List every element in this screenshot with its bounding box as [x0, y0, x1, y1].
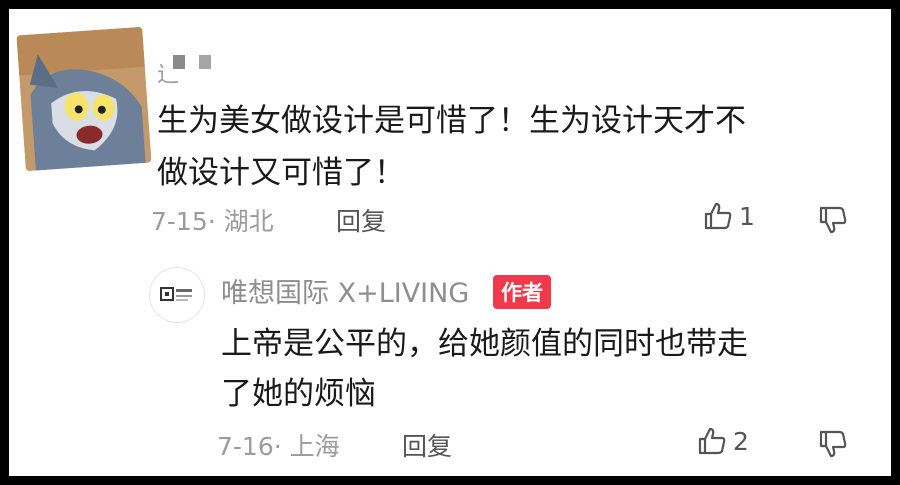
reply-body: 上帝是公平的，给她颜值的同时也带走 了她的烦恼	[221, 319, 861, 419]
thumbs-down-icon	[817, 429, 849, 459]
reply-date-location: 7-16· 上海	[217, 432, 340, 461]
reply-like-button[interactable]: 2	[697, 426, 749, 456]
comment-body: 生为美女做设计是可惜了！生为设计天才不 做设计又可惜了！	[157, 95, 857, 199]
thumbs-up-icon	[697, 426, 727, 456]
username-blur	[199, 55, 211, 69]
username-blur	[173, 55, 185, 69]
like-button[interactable]: 1	[703, 201, 755, 231]
thumbs-up-icon	[703, 201, 733, 231]
author-avatar[interactable]	[149, 267, 205, 323]
dislike-button[interactable]	[817, 205, 849, 235]
author-badge: 作者	[493, 275, 551, 309]
author-name[interactable]: 唯想国际 X+LIVING	[221, 271, 469, 310]
reply-line: 了她的烦恼	[221, 376, 376, 412]
comment-date-location: 7-15· 湖北	[151, 207, 274, 236]
like-count: 1	[739, 201, 755, 231]
commenter-avatar[interactable]	[16, 26, 152, 172]
comment-line: 生为美女做设计是可惜了！生为设计天才不	[157, 103, 746, 139]
reply-reply-button[interactable]: 回复	[402, 427, 452, 463]
like-count: 2	[733, 426, 749, 456]
reply-line: 上帝是公平的，给她颜值的同时也带走	[221, 326, 748, 362]
reply-button[interactable]: 回复	[336, 202, 386, 238]
thumbs-down-icon	[817, 205, 849, 235]
comment-card: 辶 生为美女做设计是可惜了！生为设计天才不 做设计又可惜了！ 7-15· 湖北 …	[9, 9, 891, 476]
comment-line: 做设计又可惜了！	[157, 155, 405, 191]
reply-dislike-button[interactable]	[817, 429, 849, 459]
